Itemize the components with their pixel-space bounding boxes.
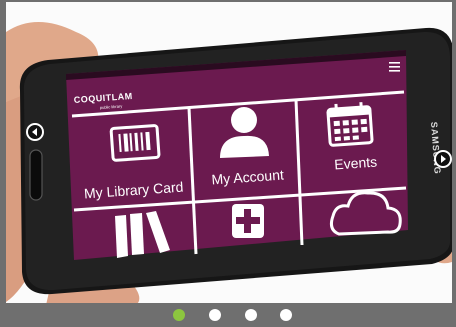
tile-label: Events [334, 154, 378, 173]
pager-dot-4[interactable] [280, 309, 292, 321]
pager-dot-2[interactable] [209, 309, 221, 321]
carousel-next-button[interactable] [434, 150, 452, 168]
phone-screen: COQUITLAM public library My Library Card… [66, 50, 408, 260]
home-button [29, 149, 43, 201]
carousel-prev-button[interactable] [26, 123, 44, 141]
chevron-right-icon [441, 155, 446, 163]
tile-add[interactable] [232, 204, 264, 238]
plus-icon [232, 204, 264, 238]
hamburger-icon[interactable] [389, 62, 400, 72]
slide-image: SAMSUNG COQUITLAM public library My Libr… [6, 2, 452, 305]
pager-dot-3[interactable] [245, 309, 257, 321]
phone-photo: SAMSUNG COQUITLAM public library My Libr… [6, 22, 452, 305]
pager-dot-1[interactable] [173, 309, 185, 321]
chevron-left-icon [32, 128, 37, 136]
carousel-frame: SAMSUNG COQUITLAM public library My Libr… [0, 0, 456, 327]
carousel-pager [0, 303, 456, 327]
